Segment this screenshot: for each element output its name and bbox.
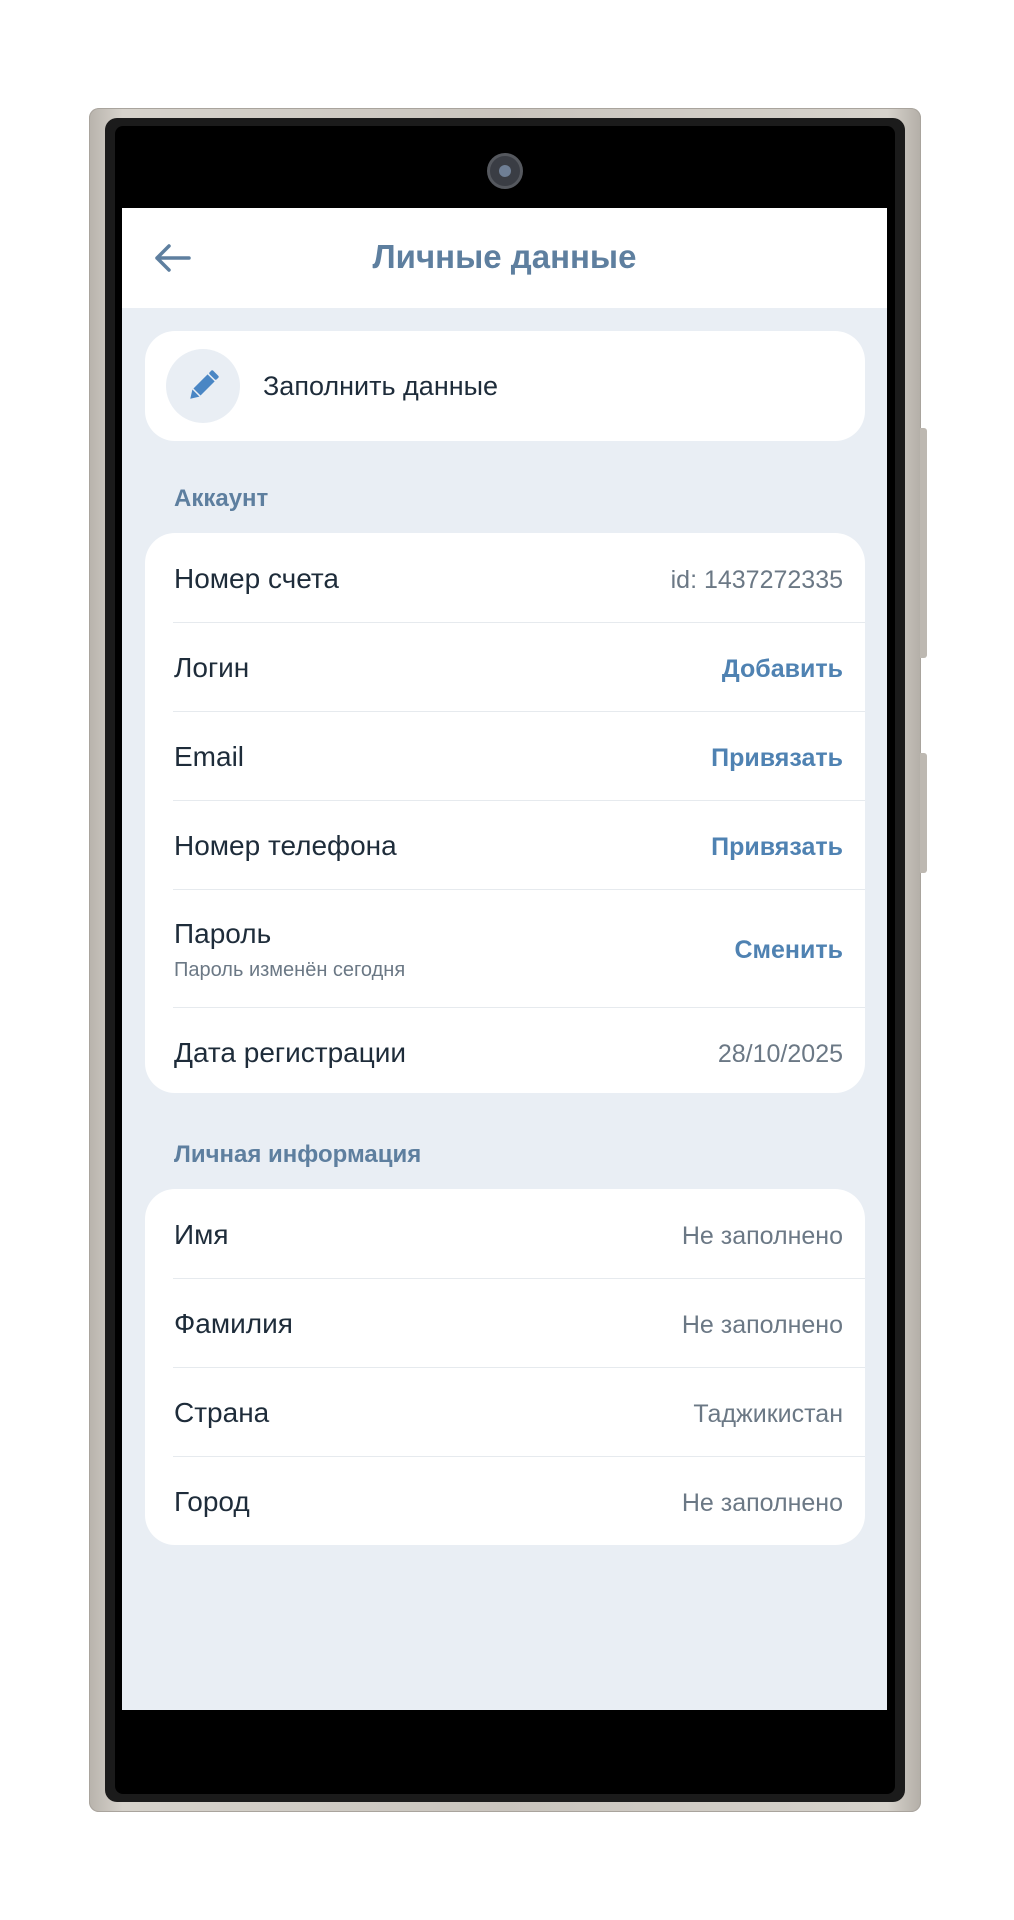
volume-button xyxy=(920,428,927,658)
fill-data-button[interactable]: Заполнить данные xyxy=(145,331,865,441)
link-email-button[interactable]: Привязать xyxy=(711,744,843,773)
row-label: Логин xyxy=(174,652,250,683)
change-password-button[interactable]: Сменить xyxy=(734,936,843,965)
row-label: Номер телефона xyxy=(174,830,397,861)
add-login-button[interactable]: Добавить xyxy=(722,655,843,684)
row-city[interactable]: Город Не заполнено xyxy=(173,1456,865,1545)
row-password[interactable]: Пароль Пароль изменён сегодня Сменить xyxy=(173,889,865,1008)
row-label: Страна xyxy=(174,1397,270,1428)
row-label: Номер счета xyxy=(174,563,339,594)
app-screen: Личные данные Заполнить данные Аккаунт Н… xyxy=(122,208,887,1710)
pencil-icon xyxy=(190,370,219,399)
account-card: Номер счета id: 1437272335 Логин Добавит… xyxy=(145,533,865,1093)
row-phone[interactable]: Номер телефона Привязать xyxy=(173,800,865,890)
row-label: Дата регистрации xyxy=(174,1037,407,1068)
row-first-name[interactable]: Имя Не заполнено xyxy=(173,1189,865,1279)
front-camera-icon xyxy=(487,153,523,189)
row-label: Фамилия xyxy=(174,1308,293,1339)
row-last-name[interactable]: Фамилия Не заполнено xyxy=(173,1278,865,1368)
personal-info-card: Имя Не заполнено Фамилия Не заполнено Ст… xyxy=(145,1189,865,1545)
pencil-icon-container xyxy=(166,349,240,423)
page-title: Личные данные xyxy=(372,238,637,275)
country-value: Таджикистан xyxy=(693,1400,843,1428)
password-changed-note: Пароль изменён сегодня xyxy=(174,959,406,981)
row-account-number: Номер счета id: 1437272335 xyxy=(173,533,865,623)
app-header: Личные данные xyxy=(122,208,887,308)
fill-data-label: Заполнить данные xyxy=(263,371,499,401)
row-label: Пароль xyxy=(174,918,272,949)
row-registration-date: Дата регистрации 28/10/2025 xyxy=(173,1007,865,1093)
row-email[interactable]: Email Привязать xyxy=(173,711,865,801)
row-label: Город xyxy=(174,1486,250,1517)
account-id-value: id: 1437272335 xyxy=(670,566,843,594)
row-login[interactable]: Логин Добавить xyxy=(173,622,865,712)
row-label: Email xyxy=(174,741,245,772)
section-title-account: Аккаунт xyxy=(174,485,269,512)
last-name-value: Не заполнено xyxy=(681,1311,843,1339)
first-name-value: Не заполнено xyxy=(681,1222,843,1250)
row-label: Имя xyxy=(174,1219,229,1250)
section-title-personal: Личная информация xyxy=(174,1141,422,1168)
registration-date-value: 28/10/2025 xyxy=(717,1040,843,1068)
row-country[interactable]: Страна Таджикистан xyxy=(173,1367,865,1457)
power-button xyxy=(920,753,927,873)
bottom-bezel xyxy=(122,1710,887,1782)
link-phone-button[interactable]: Привязать xyxy=(711,833,843,862)
city-value: Не заполнено xyxy=(681,1489,843,1517)
